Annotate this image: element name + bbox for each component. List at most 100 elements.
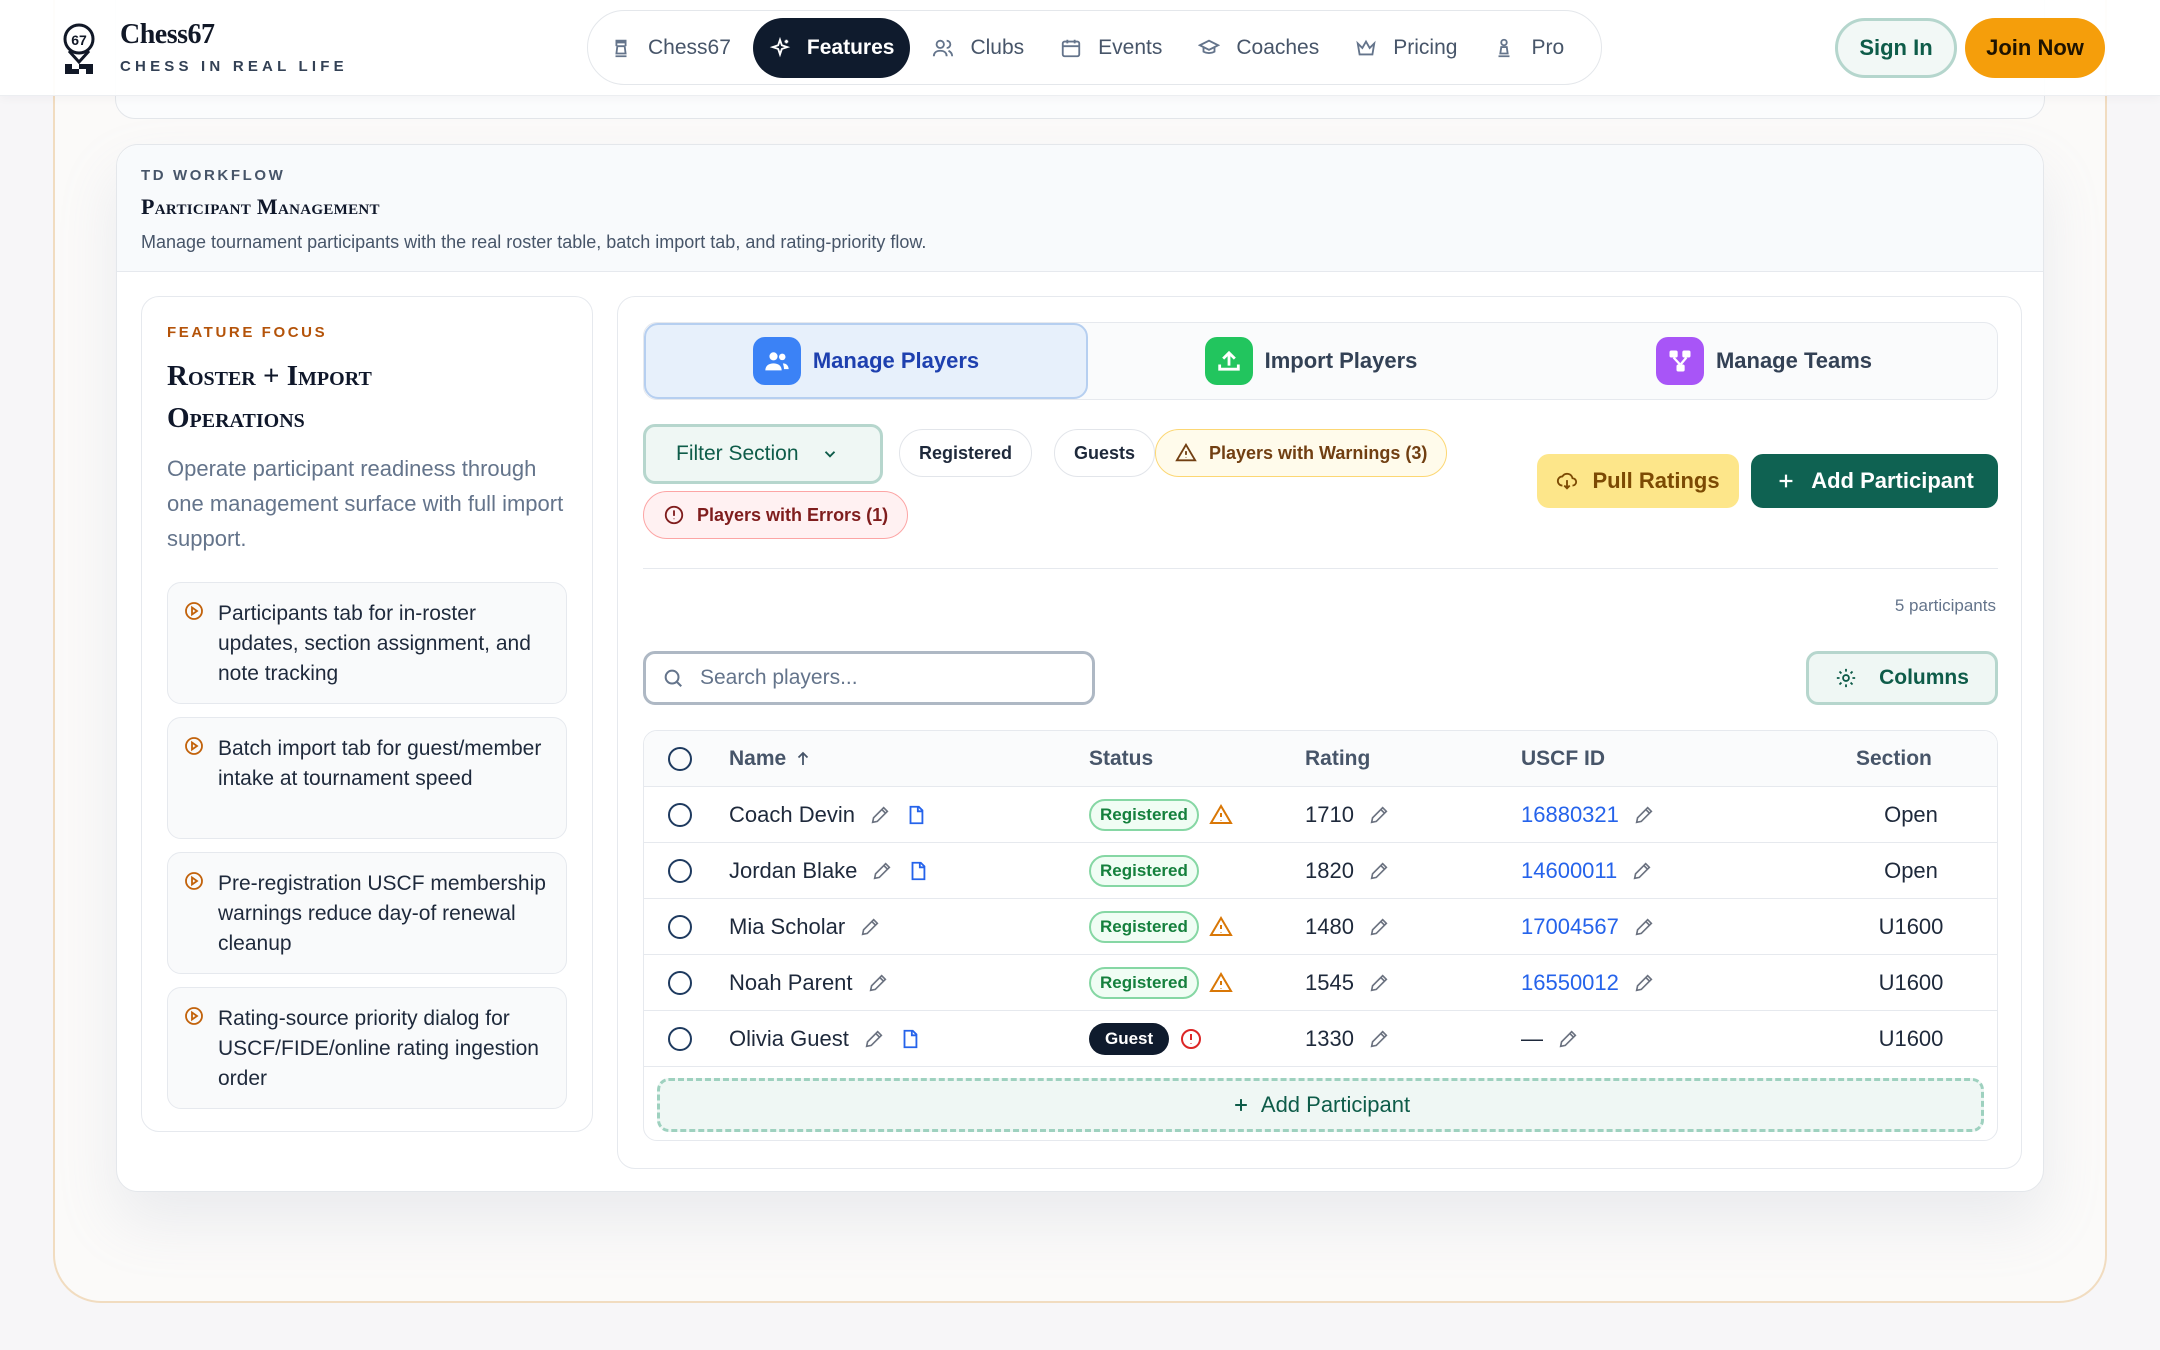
column-header-status[interactable]: Status [1089,731,1153,787]
filter-chip-guests[interactable]: Guests [1054,429,1156,477]
brand[interactable]: 67 Chess67 CHESS IN REAL LIFE [60,20,348,76]
focus-bullet-text: Batch import tab for guest/member intake… [218,737,542,790]
section-cell: U1600 [1878,914,1944,939]
error-circle-icon [664,505,684,525]
column-header-uscf-id[interactable]: USCF ID [1521,731,1605,787]
tab-manage-players[interactable]: Manage Players [644,323,1088,399]
tab-label: Manage Players [812,348,980,373]
uscf-id-link[interactable]: 16880321 [1521,802,1619,828]
participant-management-card: TD WORKFLOW Participant Management Manag… [116,144,2044,1192]
main-nav: Chess67 Features Clubs Events Coaches Pr… [587,10,1602,85]
uscf-id-cell: 17004567 [1521,899,1655,955]
nav-item-pricing[interactable]: Pricing [1341,18,1471,78]
table-row[interactable]: Mia Scholar Registered 1480 17004567 U1600 [644,899,1997,955]
rating-cell: 1545 [1305,955,1390,1011]
plus-icon [1779,474,1793,488]
columns-button[interactable]: Columns [1806,651,1998,705]
table-row[interactable]: Coach Devin Registered 1710 16880321 Open [644,787,1997,843]
add-participant-row-button[interactable]: Add Participant [657,1078,1984,1132]
warning-triangle-icon[interactable] [1209,803,1233,827]
column-header-section[interactable]: Section [1856,731,1932,787]
edit-pencil-icon[interactable] [1368,916,1390,938]
nav-item-label: Chess67 [648,35,731,59]
player-name-cell: Coach Devin [729,787,927,843]
warning-triangle-icon[interactable] [1209,971,1233,995]
edit-pencil-icon[interactable] [863,1028,885,1050]
rating-value: 1480 [1305,914,1354,939]
status-cell: Registered [1089,843,1199,899]
filter-section-dropdown[interactable]: Filter Section [643,424,883,484]
filter-chip-registered[interactable]: Registered [899,429,1033,477]
filter-chip-errors[interactable]: Players with Errors (1) [643,491,909,539]
warning-triangle-icon[interactable] [1209,915,1233,939]
nav-item-features[interactable]: Features [752,17,911,78]
table-row[interactable]: Noah Parent Registered 1545 16550012 U1600 [644,955,1997,1011]
nav-item-coaches[interactable]: Coaches [1184,18,1333,78]
notes-document-icon[interactable] [907,860,929,882]
play-circle-icon [185,872,203,890]
table-row[interactable]: Jordan Blake Registered 1820 14600011 Open [644,843,1997,899]
edit-pencil-icon[interactable] [871,860,893,882]
sign-in-button[interactable]: Sign In [1835,18,1957,78]
table-row[interactable]: Olivia Guest Guest 1330 — U1600 [644,1011,1997,1067]
edit-pencil-icon[interactable] [1368,972,1390,994]
edit-pencil-icon[interactable] [867,972,889,994]
rating-cell: 1820 [1305,843,1390,899]
row-select-checkbox[interactable] [668,1011,692,1067]
edit-pencil-icon[interactable] [1633,804,1655,826]
join-now-button[interactable]: Join Now [1965,18,2105,78]
player-name-cell: Jordan Blake [729,843,929,899]
nav-item-label: Pro [1531,35,1565,59]
edit-pencil-icon[interactable] [869,804,891,826]
column-header-name[interactable]: Name [729,731,812,787]
row-select-checkbox[interactable] [668,843,692,899]
select-all-checkbox[interactable] [668,731,692,787]
notes-document-icon[interactable] [899,1028,921,1050]
status-badge: Guest [1089,1023,1170,1055]
edit-pencil-icon[interactable] [1368,860,1390,882]
graduation-cap-icon [1198,39,1221,54]
status-badge: Registered [1089,911,1199,943]
svg-text:67: 67 [71,32,87,48]
nav-item-chess67[interactable]: Chess67 [596,18,745,78]
uscf-id-link[interactable]: 17004567 [1521,914,1619,940]
crown-icon [1356,39,1376,55]
edit-pencil-icon[interactable] [1633,916,1655,938]
add-participant-button[interactable]: Add Participant [1751,454,1998,508]
uscf-id-link[interactable]: 16550012 [1521,970,1619,996]
player-search[interactable] [643,651,1095,705]
tab-import-players[interactable]: Import Players [1088,323,1534,399]
status-badge: Registered [1089,967,1199,999]
uscf-id-link[interactable]: 14600011 [1521,858,1617,884]
search-icon [664,669,682,687]
notes-document-icon[interactable] [905,804,927,826]
column-header-rating[interactable]: Rating [1305,731,1370,787]
focus-bullet: Rating-source priority dialog for USCF/F… [167,987,567,1109]
edit-pencil-icon[interactable] [1557,1028,1579,1050]
filter-chip-warnings[interactable]: Players with Warnings (3) [1155,429,1448,477]
edit-pencil-icon[interactable] [1633,972,1655,994]
edit-pencil-icon[interactable] [1368,804,1390,826]
edit-pencil-icon[interactable] [1631,860,1653,882]
player-name: Coach Devin [729,802,855,827]
edit-pencil-icon[interactable] [859,916,881,938]
edit-pencil-icon[interactable] [1368,1028,1390,1050]
chip-label: Players with Errors (1) [697,504,889,525]
nav-item-clubs[interactable]: Clubs [918,18,1038,78]
play-circle-icon [185,737,203,755]
row-select-checkbox[interactable] [668,899,692,955]
tab-manage-teams[interactable]: Manage Teams [1534,323,1994,399]
calendar-icon [1061,39,1081,57]
rating-value: 1710 [1305,802,1354,827]
search-input[interactable] [700,666,1060,690]
error-circle-icon[interactable] [1179,1027,1203,1051]
column-header-label: Name [729,747,787,770]
pull-ratings-button[interactable]: Pull Ratings [1537,454,1739,508]
nav-item-pro[interactable]: Pro [1479,18,1578,78]
row-select-checkbox[interactable] [668,787,692,843]
status-badge: Registered [1089,855,1199,887]
player-name-cell: Mia Scholar [729,899,881,955]
player-name: Mia Scholar [729,914,846,939]
row-select-checkbox[interactable] [668,955,692,1011]
nav-item-events[interactable]: Events [1046,18,1176,78]
